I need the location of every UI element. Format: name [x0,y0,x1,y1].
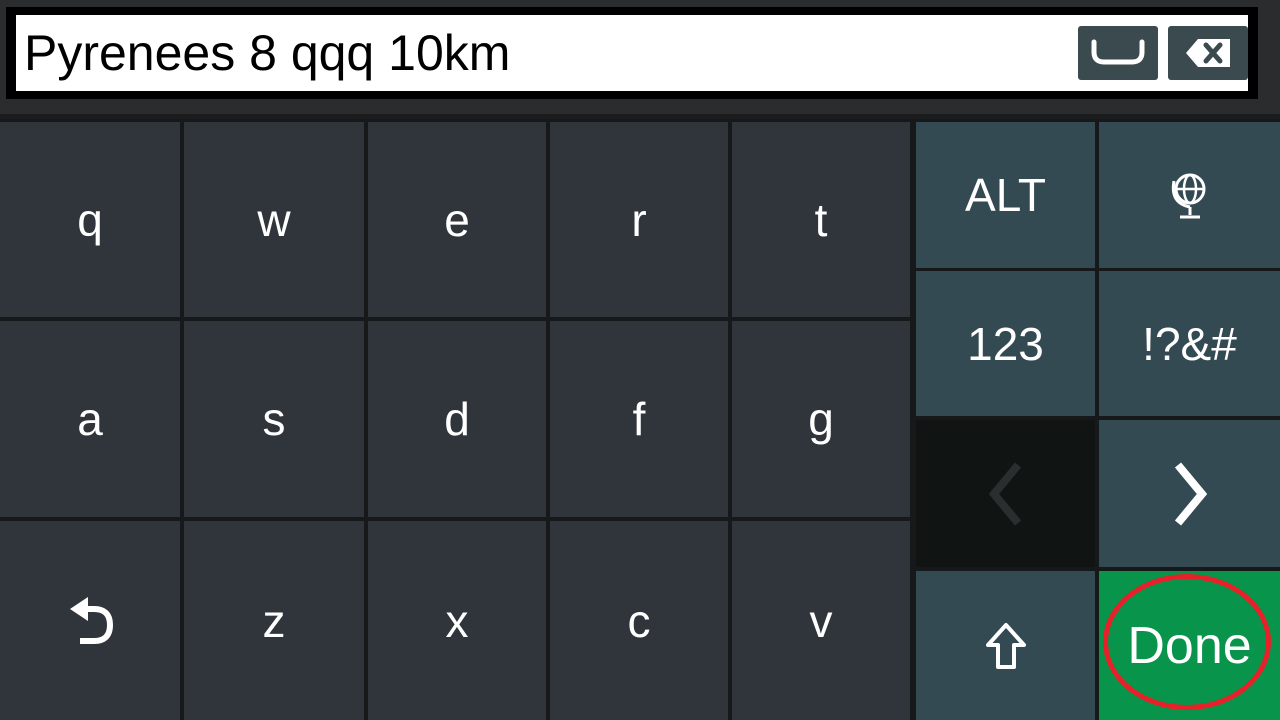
text-field-frame: Pyrenees 8 qqq 10km [6,7,1258,99]
cursor-left-key[interactable] [916,420,1095,567]
space-icon [1091,39,1145,65]
key-label: c [627,594,651,647]
key-label: 123 [967,317,1044,370]
key-label: e [444,193,470,246]
key-d[interactable]: d [368,321,546,517]
space-button[interactable] [1078,26,1158,80]
done-key[interactable]: Done [1099,571,1280,720]
key-label: r [631,193,647,246]
key-label: z [262,594,286,647]
key-label: g [808,393,834,445]
alt-key[interactable]: ALT [916,122,1095,268]
symbols-key[interactable]: !?&# [1099,271,1280,416]
key-label: s [262,393,286,445]
language-key[interactable] [1099,122,1280,268]
key-label: d [444,393,470,445]
key-r[interactable]: r [550,122,728,317]
shift-icon [985,622,1026,669]
key-f[interactable]: f [550,321,728,517]
key-label: ALT [965,169,1046,221]
cursor-right-key[interactable] [1099,420,1280,567]
key-c[interactable]: c [550,521,728,720]
backspace-button[interactable] [1168,26,1248,80]
key-q[interactable]: q [0,122,180,317]
globe-icon [1171,173,1205,219]
key-t[interactable]: t [732,122,910,317]
key-label: v [809,594,833,647]
key-w[interactable]: w [184,122,364,317]
key-s[interactable]: s [184,321,364,517]
key-label: t [814,193,828,246]
input-bar: Pyrenees 8 qqq 10km [0,0,1280,114]
key-label: f [632,393,646,445]
key-label: x [445,594,469,647]
key-v[interactable]: v [732,521,910,720]
key-label: q [77,193,103,246]
backspace-icon [1186,39,1230,67]
key-z[interactable]: z [184,521,364,720]
key-a[interactable]: a [0,321,180,517]
numbers-key[interactable]: 123 [916,271,1095,416]
chevron-left-icon [988,461,1021,526]
done-label: Done [1127,616,1252,675]
undo-icon [70,596,114,644]
key-label: w [257,193,291,246]
key-label: !?&# [1142,317,1237,370]
undo-key[interactable] [0,521,180,720]
text-field[interactable]: Pyrenees 8 qqq 10km [16,15,1248,91]
shift-key[interactable] [916,571,1095,720]
chevron-right-icon [1174,461,1207,526]
keyboard: q w e r t a s d f g z x c v ALT 123 !?&# [0,119,1280,720]
text-field-value: Pyrenees 8 qqq 10km [24,25,511,81]
key-e[interactable]: e [368,122,546,317]
key-label: a [77,393,103,445]
key-g[interactable]: g [732,321,910,517]
key-x[interactable]: x [368,521,546,720]
